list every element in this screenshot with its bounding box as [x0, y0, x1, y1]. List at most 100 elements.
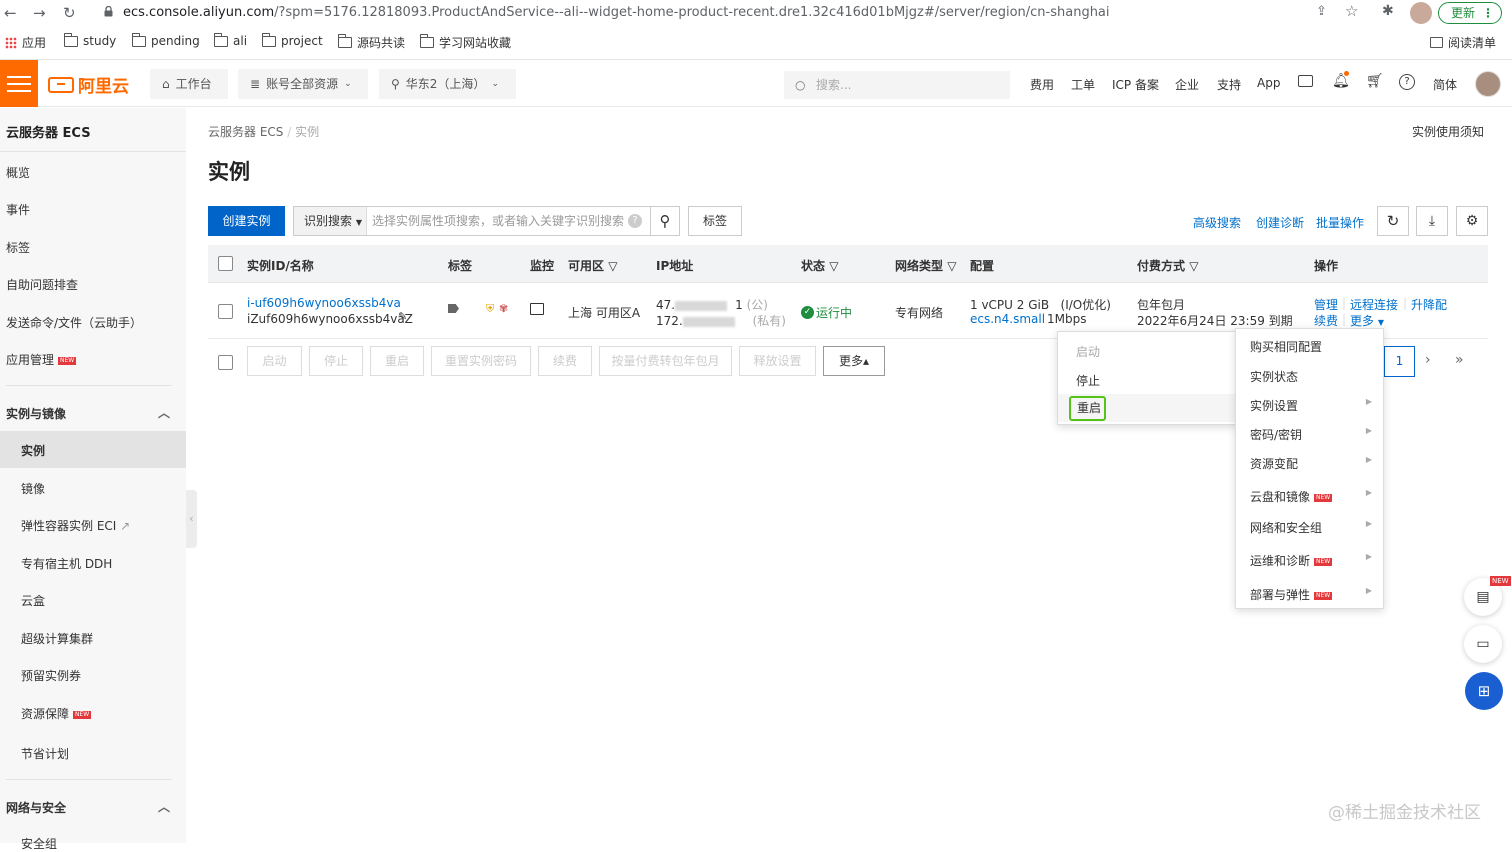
batch-renew-button[interactable]: 续费: [538, 346, 592, 376]
region-dropdown[interactable]: ⚲ 华东2（上海） ⌄: [379, 69, 516, 99]
sidebar-item-eci[interactable]: 弹性容器实例 ECI ↗: [21, 517, 130, 534]
sidebar-item-tags[interactable]: 标签: [6, 239, 30, 256]
instance-id-link[interactable]: i-uf609h6wynoo6xssb4va: [247, 296, 401, 310]
batch-restart-button[interactable]: 重启: [370, 346, 424, 376]
batch-stop-button[interactable]: 停止: [309, 346, 363, 376]
extensions-icon[interactable]: ✱: [1382, 3, 1394, 19]
profile-avatar[interactable]: [1410, 2, 1432, 24]
help-icon[interactable]: ?: [1399, 74, 1415, 90]
batch-start-button[interactable]: 启动: [247, 346, 302, 376]
batch-convert-billing-button[interactable]: 按量付费转包年包月: [599, 346, 732, 376]
link-enterprise[interactable]: 企业: [1175, 76, 1199, 93]
reading-list[interactable]: 阅读清单: [1430, 34, 1496, 51]
back-icon[interactable]: ←: [4, 4, 17, 22]
tag-icon[interactable]: [448, 304, 459, 313]
batch-ops-link[interactable]: 批量操作: [1316, 214, 1364, 231]
col-network[interactable]: 网络类型 ▽: [895, 257, 956, 274]
sidebar-section-instances[interactable]: 实例与镜像 ︿: [6, 405, 176, 422]
language-switch[interactable]: 简体: [1433, 76, 1457, 93]
bookmark-learning[interactable]: 学习网站收藏: [420, 34, 511, 51]
share-icon[interactable]: ⇪: [1316, 4, 1327, 19]
sidebar-item-scc[interactable]: 超级计算集群: [21, 630, 93, 647]
bookmark-project[interactable]: project: [262, 32, 323, 48]
sidebar-item-overview[interactable]: 概览: [6, 164, 30, 181]
remote-connect-link[interactable]: 远程连接: [1350, 296, 1398, 313]
sidebar-item-ri[interactable]: 预留实例券: [21, 667, 81, 684]
more-actions-link[interactable]: 更多 ▼: [1350, 312, 1384, 329]
sidebar-item-instances[interactable]: 实例: [21, 442, 45, 459]
global-search[interactable]: ○ 搜索...: [784, 71, 1010, 99]
sidebar-item-images[interactable]: 镜像: [21, 480, 45, 497]
menu-icon[interactable]: [0, 60, 38, 107]
menu-item-start[interactable]: 启动: [1076, 343, 1100, 360]
menu-item-resize[interactable]: 资源变配 ▶: [1250, 455, 1378, 472]
resize-link[interactable]: 升降配: [1411, 296, 1447, 313]
batch-select-checkbox[interactable]: [218, 355, 233, 370]
sidebar-item-events[interactable]: 事件: [6, 201, 30, 218]
sidebar-item-cloudbox[interactable]: 云盒: [21, 592, 45, 609]
aliyun-logo[interactable]: 阿里云: [48, 72, 129, 97]
link-app[interactable]: App: [1257, 76, 1280, 90]
menu-item-ops-diagnosis[interactable]: 运维和诊断 NEW ▶: [1250, 552, 1378, 569]
select-all-checkbox[interactable]: [218, 256, 233, 271]
workbench-button[interactable]: ⌂ 工作台: [150, 69, 228, 99]
user-avatar[interactable]: [1475, 71, 1501, 97]
sidebar-item-security-group[interactable]: 安全组: [21, 835, 57, 852]
bookmark-source[interactable]: 源码共读: [338, 34, 405, 51]
menu-item-disk-image[interactable]: 云盘和镜像 NEW ▶: [1250, 488, 1378, 505]
sidebar-item-ddh[interactable]: 专有宿主机 DDH: [21, 555, 112, 572]
chat-float-button[interactable]: ▭: [1464, 625, 1502, 663]
bookmark-apps[interactable]: 应用: [5, 34, 46, 51]
link-billing[interactable]: 费用: [1030, 76, 1054, 93]
next-page-icon[interactable]: ›: [1425, 352, 1431, 368]
col-status[interactable]: 状态 ▽: [801, 257, 838, 274]
refresh-button[interactable]: ↻: [1377, 206, 1409, 236]
menu-item-stop[interactable]: 停止: [1076, 372, 1100, 389]
search-type-dropdown[interactable]: 识别搜索 ▼: [294, 207, 367, 235]
help-link[interactable]: 实例使用须知: [1412, 123, 1484, 140]
update-button[interactable]: 更新 ⋮: [1438, 2, 1502, 24]
resources-dropdown[interactable]: ≣ 账号全部资源 ⌄: [238, 69, 368, 99]
star-icon[interactable]: ☆: [1345, 2, 1358, 20]
url-text[interactable]: ecs.console.aliyun.com/?spm=5176.1281809…: [123, 5, 1110, 20]
menu-item-instance-status[interactable]: 实例状态: [1250, 368, 1298, 385]
search-button[interactable]: ⚲: [650, 206, 680, 236]
question-icon[interactable]: ?: [628, 214, 642, 228]
instance-type-link[interactable]: ecs.n4.small: [970, 312, 1045, 326]
batch-reset-password-button[interactable]: 重置实例密码: [431, 346, 531, 376]
agent-icon[interactable]: ✾: [499, 302, 508, 315]
menu-item-deploy-elastic[interactable]: 部署与弹性 NEW ▶: [1250, 586, 1378, 603]
menu-item-instance-settings[interactable]: 实例设置 ▶: [1250, 397, 1378, 414]
bookmark-pending[interactable]: pending: [132, 32, 200, 48]
link-ticket[interactable]: 工单: [1071, 76, 1095, 93]
col-zone[interactable]: 可用区 ▽: [568, 257, 617, 274]
bookmark-study[interactable]: study: [64, 32, 116, 48]
bookmark-ali[interactable]: ali: [214, 32, 247, 48]
menu-item-buy-same[interactable]: 购买相同配置: [1250, 338, 1322, 355]
breadcrumb-item[interactable]: 云服务器 ECS: [208, 125, 283, 139]
search-input[interactable]: 选择实例属性项搜索，或者输入关键字识别搜索: [372, 207, 624, 235]
col-billing[interactable]: 付费方式 ▽: [1137, 257, 1198, 274]
menu-item-password[interactable]: 密码/密钥 ▶: [1250, 426, 1378, 443]
sidebar-section-network[interactable]: 网络与安全 ︿: [6, 799, 176, 816]
settings-button[interactable]: ⚙: [1456, 206, 1488, 236]
sidebar-item-savings[interactable]: 节省计划: [21, 745, 69, 762]
cart-icon[interactable]: 🛒︎: [1366, 73, 1384, 89]
sidebar-item-capacity[interactable]: 资源保障 NEW: [21, 705, 92, 722]
menu-item-restart[interactable]: 重启: [1069, 396, 1106, 421]
sidebar-collapse-handle[interactable]: ‹: [186, 490, 197, 548]
reload-icon[interactable]: ↻: [63, 4, 76, 22]
forward-icon[interactable]: →: [33, 4, 46, 22]
sidebar-item-app-mgmt[interactable]: 应用管理 NEW: [6, 351, 77, 368]
create-instance-button[interactable]: 创建实例: [208, 206, 285, 236]
tag-button[interactable]: 标签: [688, 206, 742, 236]
advanced-search-link[interactable]: 高级搜索: [1193, 214, 1241, 231]
export-button[interactable]: ⤓: [1416, 206, 1448, 236]
terminal-icon[interactable]: [1298, 75, 1313, 87]
shield-icon[interactable]: ⛨: [486, 302, 494, 316]
create-diagnosis-link[interactable]: 创建诊断: [1256, 214, 1304, 231]
manage-link[interactable]: 管理: [1314, 296, 1338, 313]
row-checkbox[interactable]: [218, 304, 233, 319]
batch-release-button[interactable]: 释放设置: [739, 346, 816, 376]
edit-icon[interactable]: ✎: [398, 310, 407, 323]
